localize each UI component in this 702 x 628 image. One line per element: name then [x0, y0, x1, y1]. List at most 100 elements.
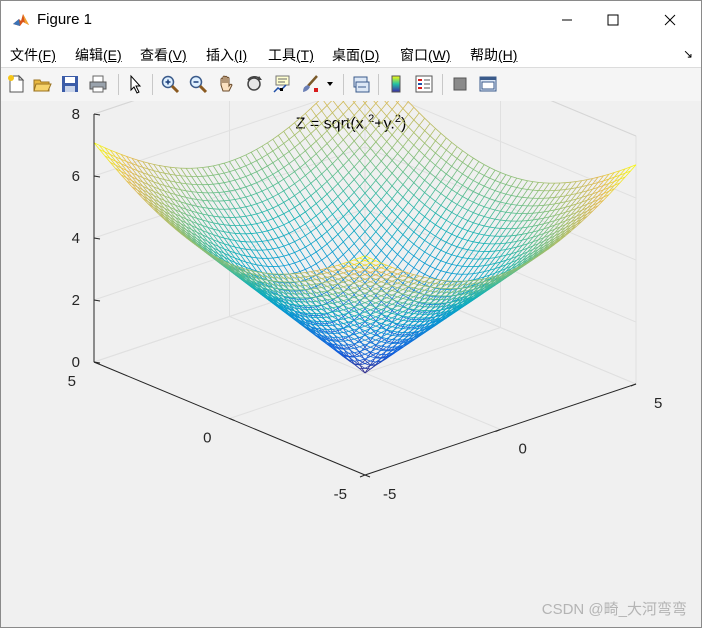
colorbar-button[interactable]: [385, 73, 407, 95]
mesh-line: [315, 227, 322, 237]
menu-view[interactable]: 查看(V): [140, 45, 187, 65]
mesh-line: [402, 214, 409, 223]
link-plot-button[interactable]: [350, 73, 372, 95]
mesh-line: [419, 288, 425, 291]
mesh-line: [408, 231, 415, 240]
mesh-line: [397, 331, 403, 333]
legend-button[interactable]: [413, 73, 435, 95]
close-button[interactable]: [647, 1, 693, 39]
mesh-line: [489, 180, 496, 189]
mesh-line: [364, 148, 371, 155]
mesh-line: [261, 188, 268, 192]
mesh-line: [256, 157, 263, 161]
mesh-line: [305, 125, 312, 134]
rotate-3d-button[interactable]: [243, 73, 265, 95]
mesh-line: [500, 219, 506, 222]
mesh-line: [185, 175, 192, 185]
mesh-line: [478, 185, 485, 195]
mesh-line: [277, 135, 285, 144]
menu-window[interactable]: 窗口(W): [400, 45, 451, 65]
zoom-out-button[interactable]: [187, 73, 209, 95]
mesh-line: [408, 194, 415, 203]
mesh-line: [456, 192, 463, 197]
mesh-line: [370, 122, 377, 130]
mesh-line: [511, 196, 518, 205]
pan-button[interactable]: [215, 73, 237, 95]
mesh-line: [315, 215, 322, 224]
mesh-line: [120, 171, 127, 179]
mesh-line: [397, 318, 404, 321]
mesh-line: [511, 228, 518, 237]
mesh-line: [424, 147, 431, 156]
hide-plot-tools-button[interactable]: [449, 73, 471, 95]
mesh-line: [180, 175, 187, 184]
mesh-line: [462, 150, 469, 155]
mesh-line: [494, 209, 501, 212]
mesh-line: [440, 242, 447, 251]
mesh-line: [278, 213, 284, 217]
mesh-line: [305, 195, 312, 201]
mesh-line: [489, 227, 496, 236]
mesh-line: [218, 183, 225, 193]
surface-plot[interactable]: 02468-505-505: [1, 101, 701, 627]
mesh-line: [250, 152, 257, 161]
mesh-line: [353, 320, 360, 324]
mesh-line: [240, 176, 246, 179]
mesh-line: [348, 121, 355, 129]
brush-button[interactable]: [299, 73, 321, 95]
mesh-line: [375, 173, 382, 181]
mesh-line: [261, 201, 268, 211]
menu-help[interactable]: 帮助(H): [470, 45, 517, 65]
mesh-line: [310, 239, 317, 245]
mesh-line: [511, 195, 517, 197]
mesh-line: [478, 258, 485, 267]
mesh-line: [234, 167, 241, 171]
mesh-line: [370, 109, 377, 117]
mesh-line: [391, 191, 398, 199]
figure-canvas[interactable]: Z = sqrt(x.2+y.2) 0 2 4 6 8 -5 0 5 -5 0 5 CSDN @畸_…: [1, 101, 701, 627]
mesh-line: [245, 196, 252, 206]
menu-file[interactable]: 文件(F): [10, 45, 56, 65]
mesh-line: [277, 226, 285, 236]
mesh-line: [332, 132, 339, 139]
zoom-in-button[interactable]: [159, 73, 181, 95]
title-bar[interactable]: Figure 1: [1, 1, 701, 39]
mesh-line: [315, 186, 322, 192]
mesh-line: [343, 133, 350, 141]
mesh-line: [440, 169, 447, 175]
mesh-line: [305, 199, 312, 209]
mesh-line: [380, 179, 387, 187]
mesh-line: [402, 108, 409, 115]
show-plot-tools-button[interactable]: [477, 73, 499, 95]
mesh-line: [240, 196, 246, 199]
mesh-line: [218, 216, 225, 225]
mesh-line: [348, 179, 355, 186]
menu-tools[interactable]: 工具(T): [268, 45, 314, 65]
menu-edit[interactable]: 编辑(E): [75, 45, 122, 65]
new-figure-button[interactable]: [5, 73, 27, 95]
mesh-line: [337, 132, 344, 141]
menu-insert[interactable]: 插入(I): [206, 45, 247, 65]
mesh-line: [353, 250, 360, 257]
mesh-line: [283, 264, 290, 267]
pointer-button[interactable]: [125, 73, 147, 95]
save-button[interactable]: [59, 73, 81, 95]
menu-desktop[interactable]: 桌面(D): [332, 45, 379, 65]
mesh-line: [277, 216, 285, 226]
mesh-line: [451, 273, 458, 283]
dock-arrow-icon[interactable]: ↘: [683, 47, 693, 61]
mesh-line: [408, 291, 414, 296]
mesh-line: [451, 165, 458, 171]
maximize-button[interactable]: [590, 1, 636, 39]
print-button[interactable]: [87, 73, 109, 95]
minimize-button[interactable]: [544, 1, 590, 39]
mesh-line: [402, 302, 409, 305]
brush-dropdown-button[interactable]: [323, 73, 337, 95]
mesh-line: [386, 243, 393, 250]
mesh-line: [451, 204, 458, 213]
toolbar-separator: [343, 74, 344, 95]
open-button[interactable]: [31, 73, 53, 95]
mesh-line: [380, 256, 387, 264]
mesh-line: [353, 160, 360, 167]
data-cursor-button[interactable]: [271, 73, 293, 95]
